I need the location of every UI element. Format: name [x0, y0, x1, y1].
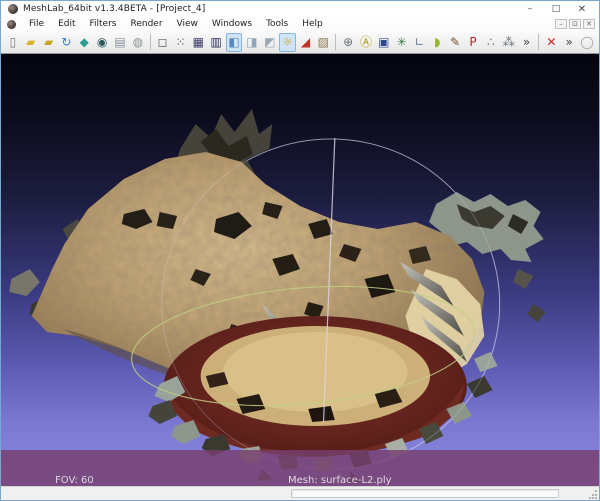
menu-file[interactable]: File [22, 18, 51, 30]
main-toolbar: ▯▰▰↻◆◉▤◍◻⁙▦▥◧◨◩☼◢▨⊕Ⓐ▣✳∟◗✎P∴⁂»✕»◯ [1, 31, 599, 54]
maximize-button[interactable]: □ [543, 2, 569, 16]
gl-viewport[interactable]: FOV: 60 FPS: 9.0 Mesh: surface-L2.ply Ve… [1, 54, 599, 486]
mdi-minimize-button[interactable]: – [555, 19, 567, 29]
close-button[interactable]: ✕ [569, 2, 595, 16]
window-title: MeshLab_64bit v1.3.4BETA - [Project_4] [23, 4, 205, 14]
mdi-child-icon [7, 20, 16, 29]
ssao-icon[interactable]: ✳ [393, 33, 410, 52]
menu-view[interactable]: View [170, 18, 205, 30]
wireframe-render-icon[interactable]: ▦ [190, 33, 207, 52]
title-bar: MeshLab_64bit v1.3.4BETA - [Project_4] –… [1, 1, 599, 17]
menu-bar: FileEditFiltersRenderViewWindowsToolsHel… [1, 17, 599, 31]
save-mesh-icon[interactable]: ◆ [76, 33, 93, 52]
new-project-icon[interactable]: ▯ [5, 33, 22, 52]
toolbar-separator [538, 34, 539, 50]
hud-camera-info: FOV: 60 FPS: 9.0 [55, 453, 102, 486]
zpainting-icon[interactable]: P [465, 33, 482, 52]
mdi-close-button[interactable]: ✕ [583, 19, 595, 29]
fov-value: FOV: 60 [55, 475, 102, 486]
resize-grip[interactable] [588, 489, 598, 499]
show-layers-icon[interactable]: ▤ [112, 33, 129, 52]
menu-filters[interactable]: Filters [83, 18, 124, 30]
minimize-button[interactable]: – [517, 2, 543, 16]
meshlab-window: MeshLab_64bit v1.3.4BETA - [Project_4] –… [0, 0, 600, 501]
web-help-icon[interactable]: ◍ [129, 33, 146, 52]
texture-render-icon[interactable]: ▨ [315, 33, 332, 52]
mesh-name: Mesh: surface-L2.ply [288, 475, 392, 486]
status-bar [1, 486, 599, 500]
toolbar-separator [150, 34, 151, 50]
mdi-restore-button[interactable]: ⊡ [569, 19, 581, 29]
mesh-render [1, 54, 599, 486]
flat-lines-render-icon[interactable]: ◧ [226, 33, 243, 52]
trackball-icon[interactable]: ⊕ [340, 33, 357, 52]
measure-tool-icon[interactable]: ∟ [411, 33, 428, 52]
ambient-occlusion-icon[interactable]: Ⓐ [358, 33, 375, 52]
reload-mesh-icon[interactable]: ↻ [58, 33, 75, 52]
toolbar-separator [335, 34, 336, 50]
import-mesh-icon[interactable]: ▰ [40, 33, 57, 52]
bbox-render-icon[interactable]: ◻ [154, 33, 171, 52]
align-tool-icon[interactable]: ∴ [482, 33, 499, 52]
hud-overlay: FOV: 60 FPS: 9.0 Mesh: surface-L2.ply Ve… [1, 450, 599, 486]
flat-render-icon[interactable]: ◨ [243, 33, 260, 52]
menu-help[interactable]: Help [295, 18, 330, 30]
menu-edit[interactable]: Edit [51, 18, 82, 30]
backface-render-icon[interactable]: ◢ [297, 33, 314, 52]
progress-bar [291, 489, 559, 498]
point-picker-icon[interactable]: ◗ [429, 33, 446, 52]
menu-render[interactable]: Render [123, 18, 169, 30]
hud-mesh-info: Mesh: surface-L2.ply Vertices: 1349463 F… [288, 453, 392, 486]
delete-mesh-icon[interactable]: ✕ [543, 33, 560, 52]
shadow-mapping-icon[interactable]: ▣ [375, 33, 392, 52]
search-filter-icon[interactable]: ◯ [579, 33, 596, 52]
app-logo-icon [8, 4, 18, 14]
open-project-icon[interactable]: ▰ [22, 33, 39, 52]
menu-tools[interactable]: Tools [259, 18, 295, 30]
points-render-icon[interactable]: ⁙ [172, 33, 189, 52]
menu-windows[interactable]: Windows [205, 18, 259, 30]
hidden-lines-render-icon[interactable]: ▥ [208, 33, 225, 52]
align-glue-icon[interactable]: ⁂ [500, 33, 517, 52]
toolbar-overflow-icon[interactable]: » [518, 33, 535, 52]
paint-brush-icon[interactable]: ✎ [447, 33, 464, 52]
snapshot-icon[interactable]: ◉ [94, 33, 111, 52]
toolbar-overflow2-icon[interactable]: » [561, 33, 578, 52]
smooth-render-icon[interactable]: ◩ [261, 33, 278, 52]
light-toggle-icon[interactable]: ☼ [279, 33, 296, 52]
